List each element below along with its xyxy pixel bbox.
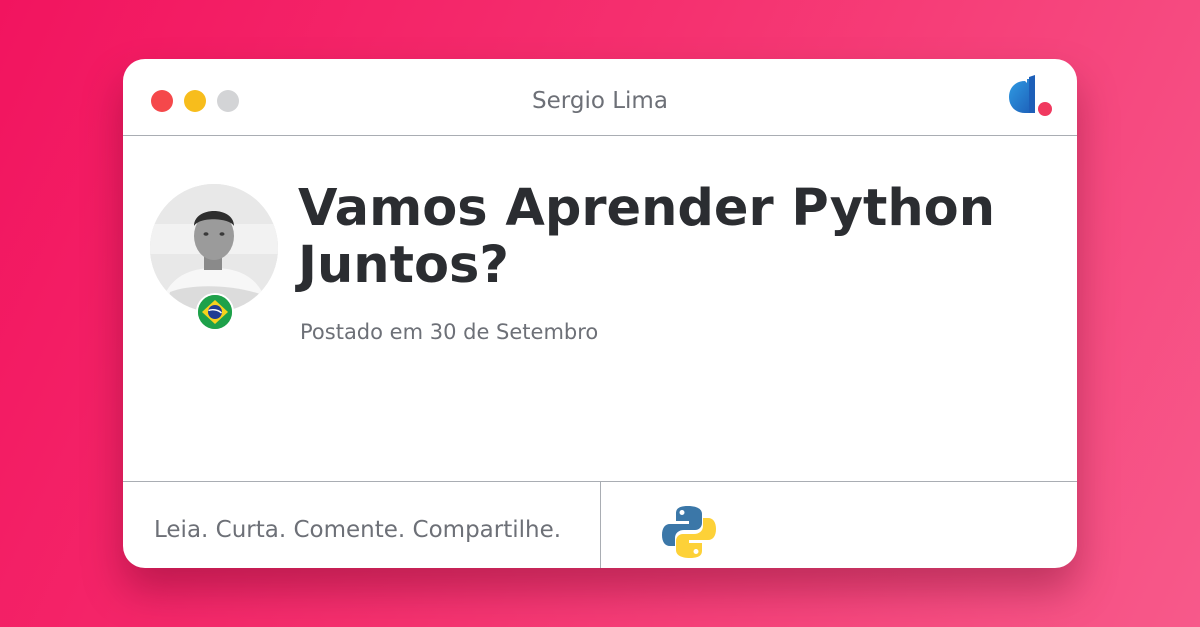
devto-logo-icon[interactable] xyxy=(1005,75,1059,119)
post-date: Postado em 30 de Setembro xyxy=(300,320,599,344)
window-titlebar: Sergio Lima xyxy=(123,59,1077,136)
post-content: Vamos Aprender Python Juntos? Postado em… xyxy=(123,136,1077,481)
brazil-flag-icon xyxy=(196,293,234,331)
card-footer: Leia. Curta. Comente. Compartilhe. xyxy=(123,481,1077,568)
tagline: Leia. Curta. Comente. Compartilhe. xyxy=(154,517,562,543)
python-logo-icon[interactable] xyxy=(661,504,717,560)
post-title[interactable]: Vamos Aprender Python Juntos? xyxy=(298,180,998,294)
footer-divider xyxy=(600,482,601,568)
window-title: Sergio Lima xyxy=(532,88,668,114)
post-card: Sergio Lima Vamos Aprender Python Juntos… xyxy=(123,59,1077,568)
